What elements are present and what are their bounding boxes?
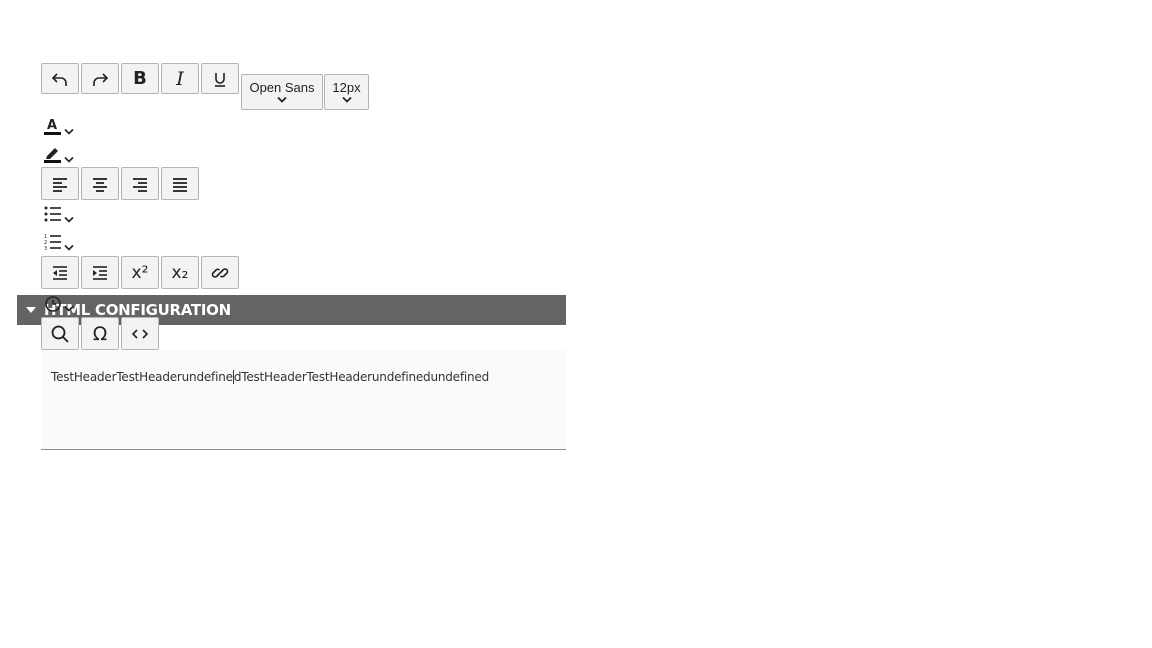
underline-icon [215, 72, 225, 87]
editor-text-before-cursor: TestHeaderTestHeaderundefine [51, 370, 233, 384]
align-right-icon [133, 177, 147, 192]
align-left-icon [53, 177, 67, 192]
bullet-list-icon [44, 206, 61, 222]
superscript-icon: x² [131, 262, 149, 283]
chevron-down-icon [64, 156, 74, 163]
justify-button[interactable] [161, 167, 199, 200]
caret-down-icon [26, 307, 36, 313]
undo-button[interactable] [41, 63, 79, 94]
chevron-down-icon [341, 96, 352, 103]
source-code-icon [131, 328, 149, 339]
align-center-button[interactable] [81, 167, 119, 200]
outdent-icon [53, 265, 67, 280]
chevron-down-icon [277, 96, 287, 103]
search-button[interactable] [41, 317, 79, 350]
editor-text-after-cursor: dTestHeaderTestHeaderundefinedundefined [233, 370, 490, 384]
history-button[interactable] [43, 290, 75, 314]
indent-button[interactable] [81, 256, 119, 289]
link-button[interactable] [201, 256, 239, 289]
underline-button[interactable] [201, 63, 239, 94]
editor-text[interactable]: TestHeaderTestHeaderundefinedTestHeaderT… [51, 370, 489, 384]
justify-icon [173, 177, 187, 192]
editor-content-area[interactable]: TestHeaderTestHeaderundefinedTestHeaderT… [41, 350, 566, 450]
superscript-button[interactable]: x² [121, 256, 159, 289]
font-family-value: Open Sans [249, 80, 315, 95]
numbered-list-icon: 123 [44, 234, 61, 252]
bold-icon: B [133, 68, 147, 89]
font-size-dropdown[interactable]: 12px [324, 74, 369, 110]
highlight-icon [44, 148, 61, 163]
numbered-list-button[interactable]: 123 [43, 229, 75, 253]
svg-text:3: 3 [44, 246, 47, 252]
text-color-button[interactable]: A [43, 113, 75, 137]
chevron-down-icon [64, 305, 74, 312]
bullet-list-button[interactable] [43, 201, 75, 225]
redo-button[interactable] [81, 63, 119, 94]
font-family-dropdown[interactable]: Open Sans [241, 74, 323, 110]
indent-icon [93, 265, 107, 280]
outdent-button[interactable] [41, 256, 79, 289]
undo-icon [51, 72, 67, 86]
subscript-icon: x₂ [171, 262, 189, 283]
clock-icon [45, 296, 61, 312]
redo-icon [93, 72, 109, 86]
font-size-value: 12px [332, 80, 361, 95]
link-icon [211, 267, 229, 278]
italic-button[interactable]: I [161, 63, 199, 94]
align-left-button[interactable] [41, 167, 79, 200]
subscript-button[interactable]: x₂ [161, 256, 199, 289]
highlight-color-button[interactable] [43, 141, 75, 165]
search-icon [51, 325, 69, 343]
svg-text:A: A [47, 118, 57, 133]
bold-button[interactable]: B [121, 63, 159, 94]
text-color-icon: A [44, 118, 61, 135]
chevron-down-icon [64, 216, 74, 223]
special-char-icon: Ω [92, 322, 108, 345]
align-center-icon [93, 177, 107, 192]
special-character-button[interactable]: Ω [81, 317, 119, 350]
chevron-down-icon [64, 244, 74, 251]
source-code-button[interactable] [121, 317, 159, 350]
chevron-down-icon [64, 128, 74, 135]
italic-icon: I [176, 67, 184, 90]
align-right-button[interactable] [121, 167, 159, 200]
